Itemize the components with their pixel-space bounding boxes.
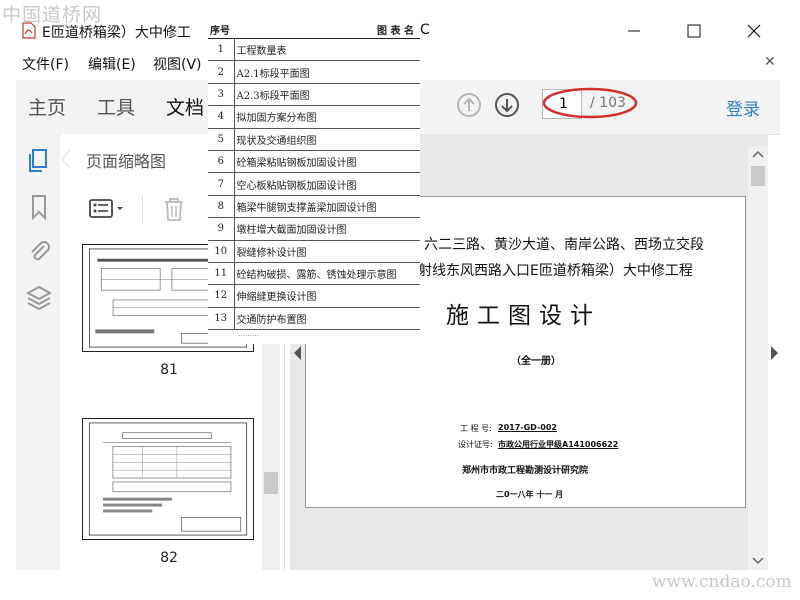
- drawing-number: 12: [208, 284, 235, 308]
- drawing-name: 裂缝修补设计图: [234, 240, 420, 263]
- document-title-line: 六二三路、黄沙大道、南岸公路、西场立交段: [424, 237, 704, 253]
- drawing-number: 8: [208, 195, 235, 219]
- layers-icon[interactable]: [24, 282, 54, 312]
- collapse-left-icon[interactable]: [294, 346, 302, 360]
- menu-view[interactable]: 视图(V): [153, 54, 202, 74]
- next-page-button[interactable]: [494, 92, 520, 118]
- table-row: 7 空心板粘贴钢板加固设计图: [208, 172, 420, 196]
- drawing-name: 现状及交通组织图: [234, 128, 420, 151]
- scroll-up-icon[interactable]: [751, 149, 765, 159]
- menu-file[interactable]: 文件(F): [22, 54, 69, 74]
- login-link[interactable]: 登录: [726, 95, 760, 120]
- table-row: 8 箱梁牛腿钢支撑盖梁加固设计图: [208, 195, 420, 219]
- drawing-name: 砼箱梁粘贴钢板加固设计图: [234, 150, 420, 174]
- menu-edit[interactable]: 编辑(E): [88, 54, 136, 74]
- tab-tools[interactable]: 工具: [97, 93, 135, 120]
- thumbnail-page-number: 82: [160, 550, 178, 566]
- drawing-number: 2: [208, 60, 235, 84]
- document-volume: （全一册）: [511, 356, 561, 367]
- annotation-oval: [542, 87, 638, 119]
- drawing-number: 7: [208, 172, 235, 196]
- drawing-number: 5: [208, 128, 235, 151]
- drawing-list-overlay: 序号 图 表 名 1 工程数量表 2 A2.1标段平面图 3 A2.3标段平面图 4 拟加固方…: [208, 20, 420, 344]
- column-header-number: 序号: [208, 20, 234, 39]
- arrow-down-icon: [495, 93, 519, 117]
- panel-pointer-icon: [61, 150, 70, 168]
- table-header-row: 序号 图 表 名: [208, 20, 420, 39]
- design-cert-value: 市政公用行业甲级A141006622: [498, 440, 619, 449]
- table-row: 2 A2.1标段平面图: [208, 60, 420, 84]
- minimize-button[interactable]: [612, 10, 656, 44]
- table-row: 3 A2.3标段平面图: [208, 83, 420, 107]
- column-header-name: 图 表 名: [234, 20, 420, 39]
- drawing-name: A2.1标段平面图: [234, 60, 420, 84]
- thumbnail-options-button[interactable]: [86, 194, 130, 224]
- close-icon: [747, 24, 761, 38]
- arrow-up-icon: [457, 93, 481, 117]
- watermark: www.cndao.com: [652, 572, 792, 592]
- table-row: 1 工程数量表: [208, 38, 420, 62]
- list-options-icon: [89, 199, 123, 218]
- maximize-button[interactable]: [672, 10, 716, 44]
- paperclip-icon[interactable]: [24, 236, 54, 266]
- page-thumbnail[interactable]: [82, 418, 254, 540]
- institute-name: 郑州市市政工程勘测设计研究院: [462, 466, 589, 476]
- table-row: 5 现状及交通组织图: [208, 128, 420, 151]
- collapse-right-icon[interactable]: [770, 346, 778, 360]
- drawing-number: 6: [208, 150, 235, 174]
- table-row: 12 伸缩缝更换设计图: [208, 284, 420, 308]
- drawing-list-table: 序号 图 表 名 1 工程数量表 2 A2.1标段平面图 3 A2.3标段平面图 4 拟加固方…: [208, 20, 420, 331]
- table-row: 6 砼箱梁粘贴钢板加固设计图: [208, 150, 420, 174]
- drawing-number: 1: [208, 38, 235, 62]
- drawing-number: 9: [208, 217, 235, 241]
- watermark: 中国道桥网: [2, 4, 103, 26]
- delete-page-button[interactable]: [160, 194, 188, 224]
- thumbnail-page-number: 81: [160, 362, 178, 378]
- tab-home[interactable]: 主页: [28, 93, 66, 120]
- drawing-name: 拟加固方案分布图: [234, 105, 420, 129]
- toolbar-divider: [142, 196, 143, 224]
- close-window-button[interactable]: [732, 10, 776, 44]
- window-title-tail: C: [420, 22, 430, 38]
- table-row: 13 交通防护布置图: [208, 307, 420, 331]
- document-scrollbar[interactable]: [748, 146, 768, 570]
- table-row: 4 拟加固方案分布图: [208, 105, 420, 129]
- drawing-name: 墩柱增大截面加固设计图: [234, 217, 420, 241]
- drawing-number: 10: [208, 240, 235, 263]
- truncated-row: ………: [238, 330, 259, 339]
- document-date: 二0一八年 十一 月: [496, 490, 564, 499]
- table-row: 11 砼结构破损、露筋、锈蚀处理示意图: [208, 262, 420, 286]
- thumbnail-scrollbar-thumb[interactable]: [264, 472, 278, 494]
- tab-document[interactable]: 文档: [166, 93, 204, 120]
- maximize-icon: [687, 24, 701, 38]
- bookmark-icon[interactable]: [24, 192, 54, 222]
- drawing-name: 砼结构破损、露筋、锈蚀处理示意图: [234, 262, 420, 286]
- drawing-number: 13: [208, 307, 235, 331]
- drawing-name: 工程数量表: [234, 38, 420, 62]
- previous-page-button[interactable]: [456, 92, 482, 118]
- drawing-name: 交通防护布置图: [234, 307, 420, 331]
- document-scrollbar-thumb[interactable]: [751, 166, 765, 186]
- close-document-button[interactable]: ✕: [764, 54, 776, 70]
- scroll-down-icon[interactable]: [751, 556, 765, 566]
- document-title-line: 射线东风西路入口E匝道桥箱梁）大中修工程: [418, 263, 693, 279]
- drawing-name: A2.3标段平面图: [234, 83, 420, 107]
- project-number-value: 2017-GD-002: [498, 423, 557, 432]
- window-title-text: E匝道桥箱梁）大中修工: [42, 25, 191, 41]
- drawing-number: 4: [208, 105, 235, 129]
- drawing-number: 11: [208, 262, 235, 286]
- drawing-name: 伸缩缝更换设计图: [234, 284, 420, 308]
- pages-icon[interactable]: [24, 146, 54, 176]
- drawing-number: 3: [208, 83, 235, 107]
- table-row: 10 裂缝修补设计图: [208, 240, 420, 263]
- drawing-name: 空心板粘贴钢板加固设计图: [234, 172, 420, 196]
- design-cert-label: 设计证号:: [458, 440, 493, 449]
- project-number-label: 工 程 号:: [460, 424, 492, 433]
- panel-title: 页面缩略图: [86, 152, 167, 171]
- trash-icon: [165, 198, 183, 221]
- drawing-name: 箱梁牛腿钢支撑盖梁加固设计图: [234, 195, 420, 219]
- document-heading: 施工图设计: [446, 303, 601, 329]
- table-row: 9 墩柱增大截面加固设计图: [208, 217, 420, 241]
